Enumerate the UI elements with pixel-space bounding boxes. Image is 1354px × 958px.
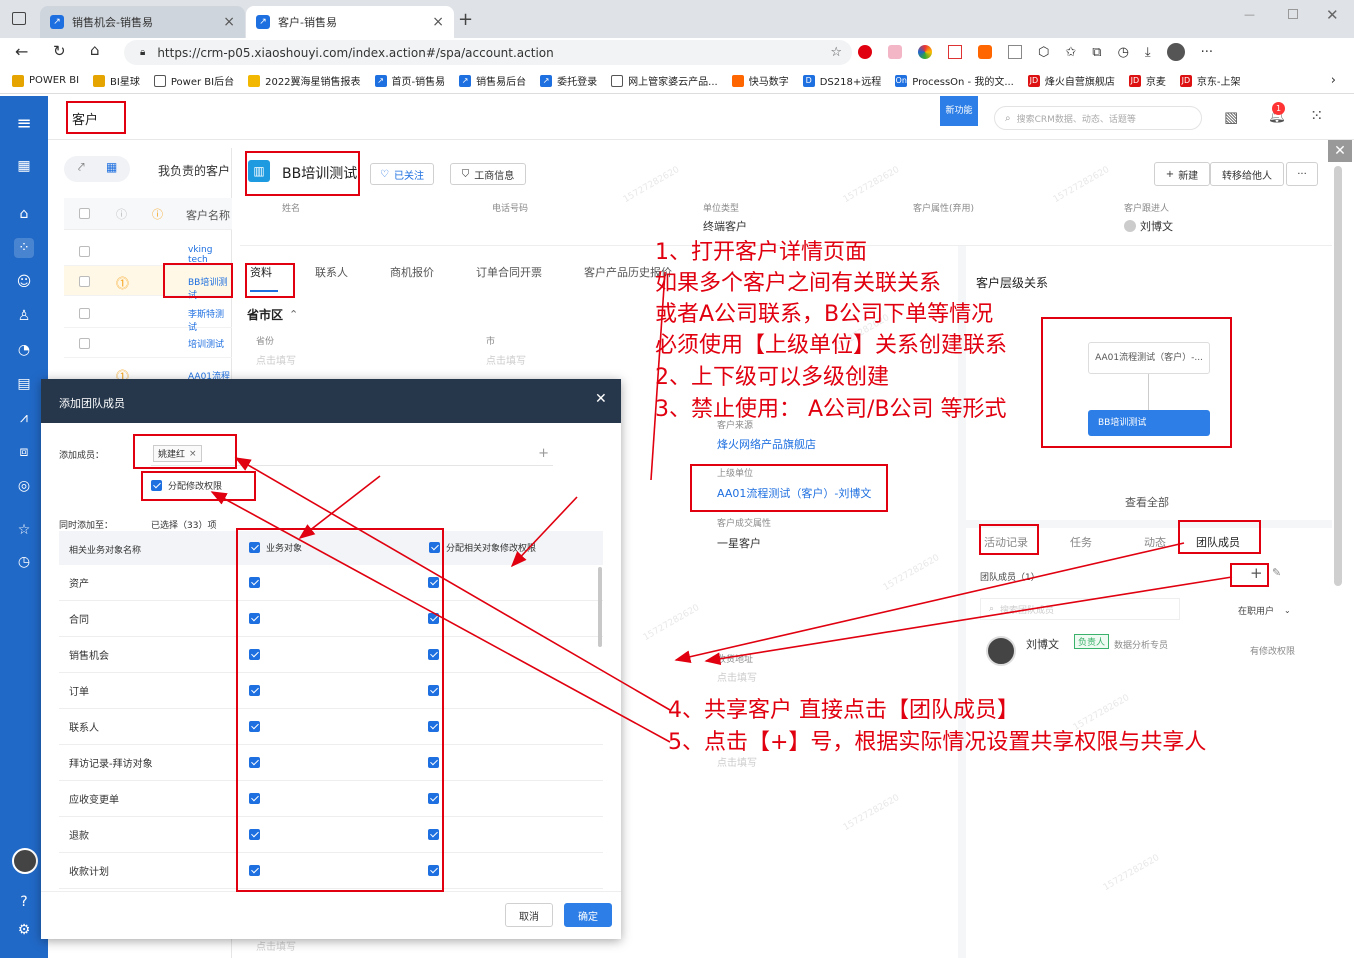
arrow-line xyxy=(210,491,671,743)
arrow-line xyxy=(234,457,671,711)
arrow-line xyxy=(704,576,1233,666)
arrow-line xyxy=(298,475,381,539)
annotation-line-2: 如果多个客户之间有关联关系 xyxy=(655,271,942,296)
arrow-line xyxy=(674,542,1185,664)
annotation-line-1: 1、打开客户详情页面 xyxy=(655,240,867,265)
arrow-line xyxy=(510,496,578,568)
annotation-line-4: 必须使用【上级单位】关系创建联系 xyxy=(655,333,1008,358)
annotation-step-4: 4、共享客户 直接点击【团队成员】 xyxy=(668,698,1019,723)
annotation-arrows xyxy=(210,271,1233,743)
annotation-step-5: 5、点击【+】号，根据实际情况设置共享权限与共享人 xyxy=(668,730,1207,755)
annotation-line-6: 3、禁止使用： A公司/B公司 等形式 xyxy=(655,397,1007,422)
annotation-line-5: 2、上下级可以多级创建 xyxy=(655,365,889,390)
annotation-line-3: 或者A公司联系，B公司下单等情况 xyxy=(655,302,994,327)
